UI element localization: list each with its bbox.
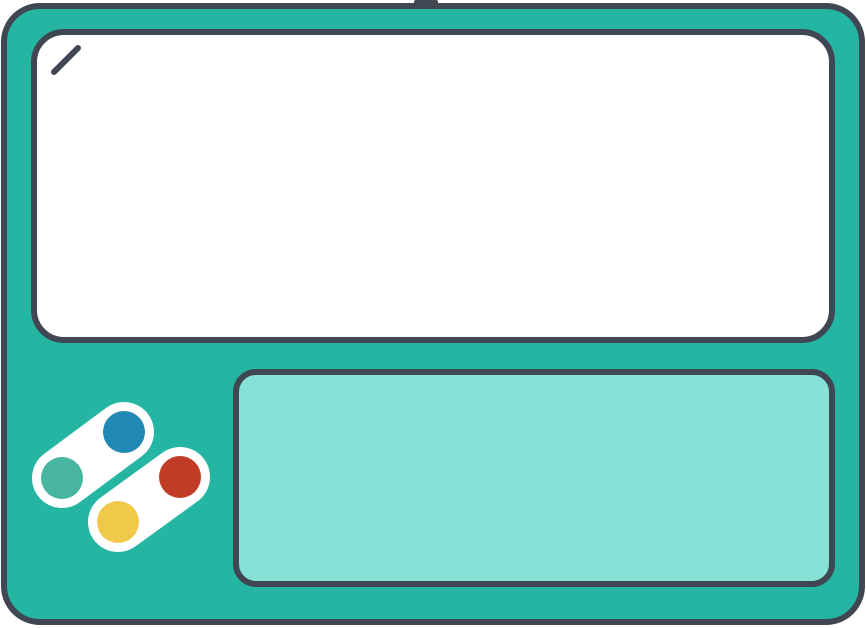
console-svg [1, 0, 865, 625]
game-console-illustration [0, 0, 866, 628]
screen-panel [31, 29, 835, 343]
yellow-button-icon[interactable] [97, 501, 139, 543]
touchpad-panel [233, 369, 835, 587]
green-button-icon[interactable] [41, 457, 83, 499]
red-button-icon[interactable] [159, 456, 201, 498]
blue-button-icon[interactable] [103, 411, 145, 453]
